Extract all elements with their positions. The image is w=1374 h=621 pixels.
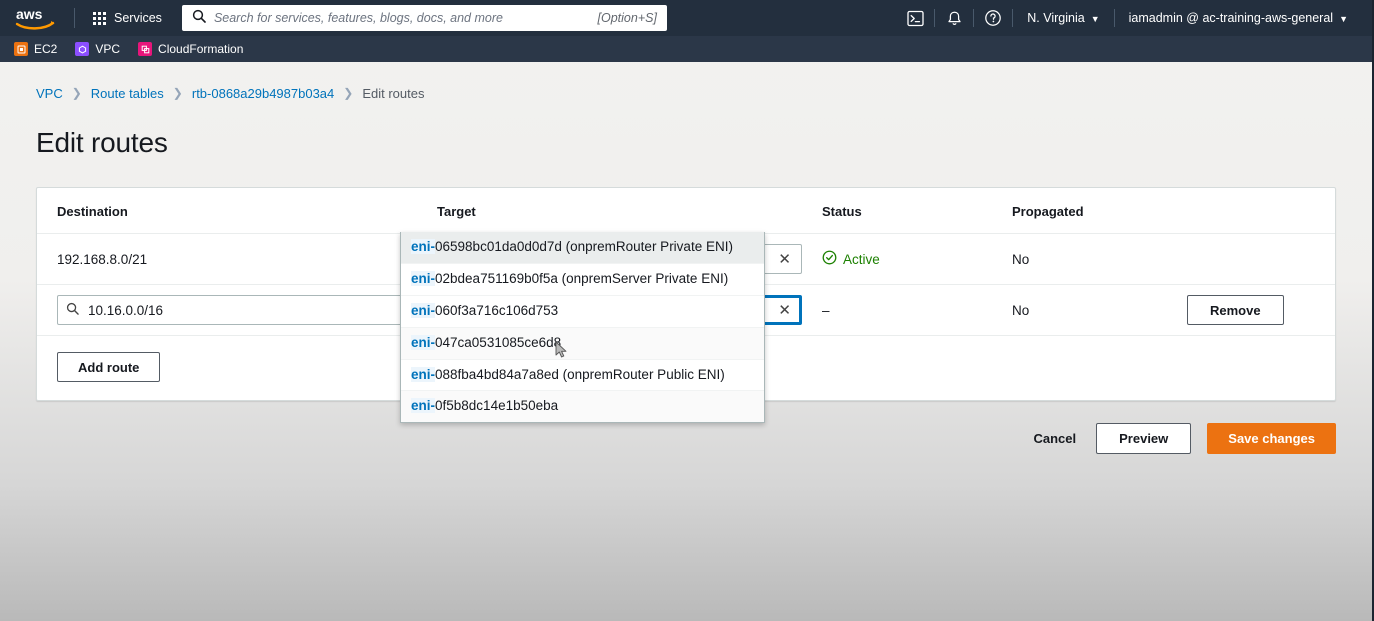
propagated-value: No bbox=[1012, 303, 1029, 318]
option-text: 02bdea751169b0f5a (onpremServer Private … bbox=[435, 271, 728, 286]
close-icon[interactable]: ✕ bbox=[776, 303, 793, 318]
propagated-value: No bbox=[1012, 252, 1029, 267]
aws-logo[interactable]: aws bbox=[14, 5, 58, 31]
account-menu[interactable]: iamadmin @ ac-training-aws-general ▼ bbox=[1115, 0, 1362, 36]
vpc-icon bbox=[75, 42, 89, 56]
chevron-right-icon: ❯ bbox=[173, 86, 183, 100]
dropdown-option[interactable]: eni-02bdea751169b0f5a (onpremServer Priv… bbox=[401, 264, 764, 296]
cloudshell-icon[interactable] bbox=[896, 0, 934, 36]
column-header-target: Target bbox=[437, 188, 822, 234]
status-badge: Active bbox=[822, 250, 1012, 268]
shortcut-cloudformation[interactable]: CloudFormation bbox=[138, 42, 243, 56]
global-search-placeholder: Search for services, features, blogs, do… bbox=[214, 11, 590, 25]
close-icon[interactable]: ✕ bbox=[776, 252, 793, 267]
cell-propagated: No bbox=[1012, 234, 1187, 285]
svg-text:aws: aws bbox=[16, 6, 43, 22]
dropdown-option[interactable]: eni-088fba4bd84a7a8ed (onpremRouter Publ… bbox=[401, 360, 764, 392]
table-header-row: Destination Target Status Propagated bbox=[37, 188, 1335, 234]
nav-divider bbox=[74, 8, 75, 28]
breadcrumb-item-vpc[interactable]: VPC bbox=[36, 86, 63, 101]
top-navigation-bar: aws Services Search for services, featur… bbox=[0, 0, 1372, 36]
shortcut-label: CloudFormation bbox=[158, 42, 243, 56]
dropdown-option[interactable]: eni-047ca0531085ce6d8 bbox=[401, 328, 764, 360]
notifications-bell-icon[interactable] bbox=[935, 0, 973, 36]
top-navigation-right: N. Virginia ▼ iamadmin @ ac-training-aws… bbox=[896, 0, 1362, 36]
match-prefix: eni- bbox=[411, 239, 435, 254]
chevron-down-icon: ▼ bbox=[1339, 14, 1348, 24]
match-prefix: eni- bbox=[411, 271, 435, 286]
match-prefix: eni- bbox=[411, 335, 435, 350]
help-circle-icon[interactable] bbox=[974, 0, 1012, 36]
target-autocomplete-dropdown: eni-06598bc01da0d0d7d (onpremRouter Priv… bbox=[400, 232, 765, 423]
breadcrumb-item-current: Edit routes bbox=[362, 86, 424, 101]
cell-actions: Remove bbox=[1187, 285, 1335, 336]
shortcut-label: EC2 bbox=[34, 42, 57, 56]
destination-value: 10.16.0.0/16 bbox=[88, 303, 387, 318]
column-header-destination: Destination bbox=[37, 188, 437, 234]
chevron-down-icon: ▼ bbox=[1091, 14, 1100, 24]
preview-button[interactable]: Preview bbox=[1096, 423, 1191, 454]
cell-destination: 192.168.8.0/21 bbox=[37, 234, 437, 285]
shortcut-vpc[interactable]: VPC bbox=[75, 42, 120, 56]
service-shortcuts-bar: EC2 VPC CloudFormation bbox=[0, 36, 1372, 62]
check-circle-icon bbox=[822, 250, 837, 268]
dropdown-option[interactable]: eni-06598bc01da0d0d7d (onpremRouter Priv… bbox=[401, 232, 764, 264]
chevron-right-icon: ❯ bbox=[72, 86, 82, 100]
grid-icon bbox=[93, 12, 106, 25]
region-label: N. Virginia bbox=[1027, 11, 1084, 25]
chevron-right-icon: ❯ bbox=[343, 86, 353, 100]
breadcrumb-item-route-table-id[interactable]: rtb-0868a29b4987b03a4 bbox=[192, 86, 334, 101]
cell-status: Active bbox=[822, 234, 1012, 285]
page-title: Edit routes bbox=[36, 127, 1336, 159]
option-text: 060f3a716c106d753 bbox=[435, 303, 558, 318]
search-shortcut-hint: [Option+S] bbox=[598, 11, 657, 25]
global-search-input[interactable]: Search for services, features, blogs, do… bbox=[182, 5, 667, 31]
breadcrumb-item-route-tables[interactable]: Route tables bbox=[91, 86, 164, 101]
search-icon bbox=[192, 9, 206, 28]
dropdown-option[interactable]: eni-060f3a716c106d753 bbox=[401, 296, 764, 328]
shortcut-ec2[interactable]: EC2 bbox=[14, 42, 57, 56]
account-label: iamadmin @ ac-training-aws-general bbox=[1129, 11, 1333, 25]
shortcut-label: VPC bbox=[95, 42, 120, 56]
option-text: 0f5b8dc14e1b50eba bbox=[435, 398, 558, 413]
match-prefix: eni- bbox=[411, 398, 435, 413]
services-label: Services bbox=[114, 11, 162, 25]
destination-input[interactable]: 10.16.0.0/16 ✕ bbox=[57, 295, 422, 325]
option-text: 047ca0531085ce6d8 bbox=[435, 335, 561, 350]
search-icon bbox=[66, 302, 79, 318]
form-actions: Cancel Preview Save changes bbox=[36, 423, 1336, 474]
cell-actions bbox=[1187, 234, 1335, 285]
save-changes-button[interactable]: Save changes bbox=[1207, 423, 1336, 454]
match-prefix: eni- bbox=[411, 367, 435, 382]
region-selector[interactable]: N. Virginia ▼ bbox=[1013, 0, 1113, 36]
services-menu-button[interactable]: Services bbox=[85, 6, 170, 30]
cell-destination: 10.16.0.0/16 ✕ bbox=[37, 285, 437, 336]
status-label: Active bbox=[843, 252, 880, 267]
column-header-status: Status bbox=[822, 188, 1012, 234]
cloudformation-icon bbox=[138, 42, 152, 56]
remove-route-button[interactable]: Remove bbox=[1187, 295, 1284, 325]
breadcrumb: VPC ❯ Route tables ❯ rtb-0868a29b4987b03… bbox=[36, 84, 1336, 102]
status-label: – bbox=[822, 303, 830, 318]
match-prefix: eni- bbox=[411, 303, 435, 318]
column-header-actions bbox=[1187, 188, 1335, 234]
cancel-button[interactable]: Cancel bbox=[1029, 431, 1080, 446]
column-header-propagated: Propagated bbox=[1012, 188, 1187, 234]
dropdown-option[interactable]: eni-0f5b8dc14e1b50eba bbox=[401, 391, 764, 422]
ec2-icon bbox=[14, 42, 28, 56]
add-route-button[interactable]: Add route bbox=[57, 352, 160, 382]
destination-value: 192.168.8.0/21 bbox=[57, 252, 147, 267]
cell-propagated: No bbox=[1012, 285, 1187, 336]
option-text: 088fba4bd84a7a8ed (onpremRouter Public E… bbox=[435, 367, 725, 382]
option-text: 06598bc01da0d0d7d (onpremRouter Private … bbox=[435, 239, 733, 254]
cell-status: – bbox=[822, 285, 1012, 336]
